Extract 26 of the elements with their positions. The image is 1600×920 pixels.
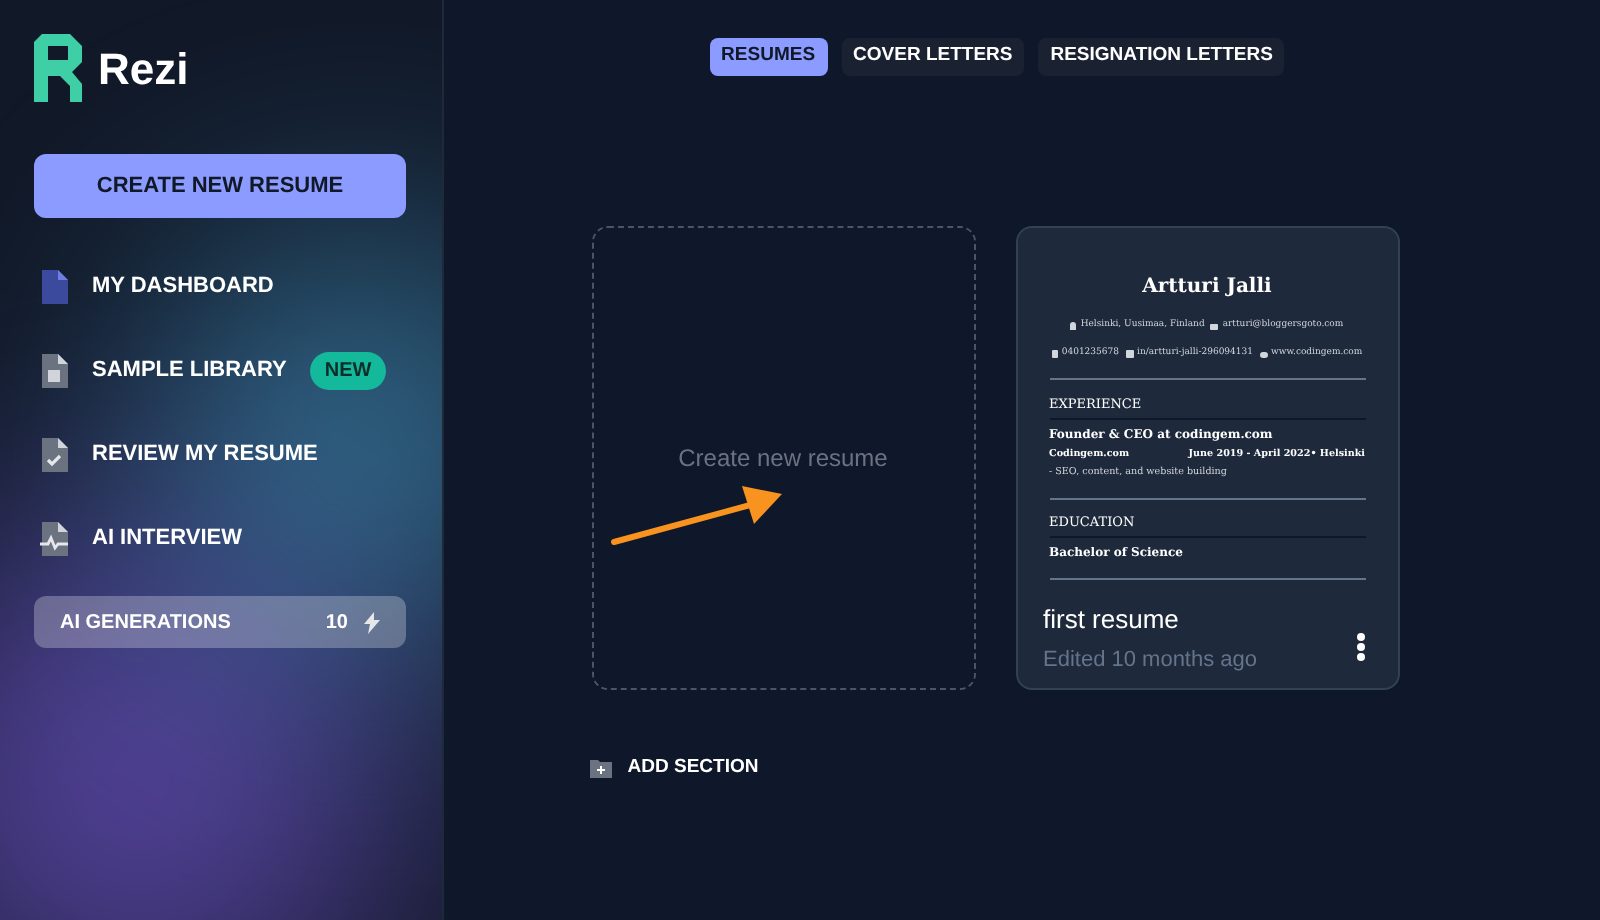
arrow-icon — [610, 480, 786, 548]
ai-generations-label: AI GENERATIONS — [60, 609, 231, 637]
resume-name: Artturi Jalli — [1140, 274, 1274, 302]
tab[interactable]: RESUMES — [709, 38, 828, 76]
resume-title: first resume — [1043, 602, 1181, 639]
tab[interactable]: COVER LETTERS — [841, 38, 1025, 76]
folder-plus-icon — [589, 759, 612, 778]
document-pulse-icon — [40, 522, 68, 556]
new-badge: NEW — [310, 352, 386, 390]
resume-card[interactable] — [1015, 226, 1399, 690]
document-icon — [40, 270, 68, 304]
logo-icon — [34, 34, 82, 102]
brand-name: Rezi — [98, 41, 189, 97]
lightning-icon — [364, 611, 380, 633]
document-lines-icon — [40, 354, 68, 388]
nav-item[interactable]: SAMPLE LIBRARY NEW — [34, 354, 408, 388]
create-resume-button[interactable]: CREATE NEW RESUME — [34, 154, 406, 218]
generations-count: 10 — [325, 609, 348, 637]
add-section-button[interactable]: ADD SECTION — [589, 754, 759, 783]
more-icon[interactable] — [1355, 631, 1365, 662]
nav-item[interactable]: MY DASHBOARD — [34, 270, 408, 304]
edited-time: Edited 10 months ago — [1043, 645, 1258, 676]
nav-item[interactable]: REVIEW MY RESUME — [34, 438, 408, 472]
tab[interactable]: RESIGNATION LETTERS — [1038, 38, 1285, 76]
document-check-icon — [40, 438, 68, 472]
nav-item[interactable]: AI INTERVIEW — [34, 522, 408, 556]
